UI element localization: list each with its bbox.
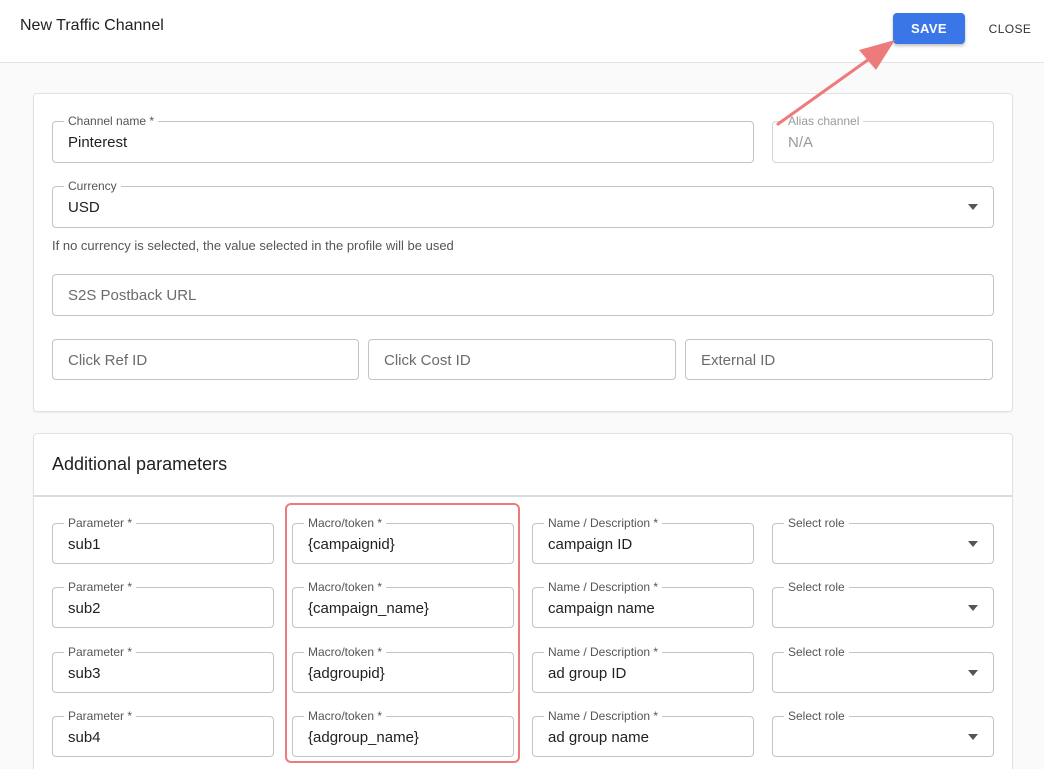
parameter-field[interactable]: Parameter * sub2 — [52, 580, 274, 628]
alias-channel-value: N/A — [788, 134, 814, 151]
macro-token-field[interactable]: Macro/token * {campaignid} — [292, 516, 514, 564]
parameter-label: Parameter * — [64, 516, 137, 530]
click-cost-id-placeholder: Click Cost ID — [384, 352, 471, 369]
page-title: New Traffic Channel — [20, 17, 164, 34]
external-id-placeholder: External ID — [701, 352, 776, 369]
currency-label: Currency — [64, 179, 121, 193]
select-role-dropdown[interactable]: Select role — [772, 709, 994, 757]
chevron-down-icon — [968, 541, 978, 547]
chevron-down-icon — [968, 734, 978, 740]
external-id-input[interactable]: External ID — [685, 339, 993, 380]
name-description-label: Name / Description * — [544, 580, 663, 594]
channel-name-label: Channel name * — [64, 114, 159, 128]
select-role-dropdown[interactable]: Select role — [772, 645, 994, 693]
chevron-down-icon — [968, 204, 978, 210]
parameter-value: sub3 — [68, 665, 101, 682]
name-description-value: campaign ID — [548, 536, 633, 553]
parameter-label: Parameter * — [64, 645, 137, 659]
name-description-label: Name / Description * — [544, 516, 663, 530]
parameter-field[interactable]: Parameter * sub1 — [52, 516, 274, 564]
parameter-field[interactable]: Parameter * sub3 — [52, 645, 274, 693]
parameter-label: Parameter * — [64, 580, 137, 594]
click-ref-id-placeholder: Click Ref ID — [68, 352, 148, 369]
alias-channel-label: Alias channel — [784, 114, 864, 128]
parameter-value: sub1 — [68, 536, 101, 553]
select-role-label: Select role — [784, 645, 849, 659]
name-description-label: Name / Description * — [544, 709, 663, 723]
name-description-field[interactable]: Name / Description * campaign ID — [532, 516, 754, 564]
select-role-label: Select role — [784, 580, 849, 594]
additional-parameters-card: Additional parameters Parameter * sub1 M… — [33, 433, 1013, 769]
macro-token-field[interactable]: Macro/token * {campaign_name} — [292, 580, 514, 628]
section-divider — [34, 495, 1012, 497]
parameter-field[interactable]: Parameter * sub4 — [52, 709, 274, 757]
parameter-value: sub4 — [68, 729, 101, 746]
name-description-field[interactable]: Name / Description * campaign name — [532, 580, 754, 628]
parameter-label: Parameter * — [64, 709, 137, 723]
channel-name-value: Pinterest — [68, 134, 128, 151]
top-bar: New Traffic Channel SAVE CLOSE — [0, 0, 1044, 63]
macro-token-value: {campaignid} — [308, 536, 395, 553]
macro-token-value: {adgroupid} — [308, 665, 385, 682]
name-description-field[interactable]: Name / Description * ad group name — [532, 709, 754, 757]
chevron-down-icon — [968, 670, 978, 676]
macro-token-label: Macro/token * — [304, 645, 387, 659]
alias-channel-field[interactable]: Alias channel N/A — [772, 114, 994, 163]
click-ref-id-input[interactable]: Click Ref ID — [52, 339, 359, 380]
name-description-value: ad group ID — [548, 665, 627, 682]
currency-select[interactable]: Currency USD — [52, 179, 994, 228]
select-role-label: Select role — [784, 516, 849, 530]
channel-name-field[interactable]: Channel name * Pinterest — [52, 114, 754, 163]
chevron-down-icon — [968, 605, 978, 611]
currency-value: USD — [68, 199, 100, 216]
macro-token-field[interactable]: Macro/token * {adgroup_name} — [292, 709, 514, 757]
macro-token-value: {campaign_name} — [308, 600, 429, 617]
select-role-dropdown[interactable]: Select role — [772, 580, 994, 628]
macro-token-field[interactable]: Macro/token * {adgroupid} — [292, 645, 514, 693]
click-cost-id-input[interactable]: Click Cost ID — [368, 339, 676, 380]
postback-url-placeholder: S2S Postback URL — [68, 287, 197, 304]
macro-token-value: {adgroup_name} — [308, 729, 419, 746]
name-description-value: ad group name — [548, 729, 649, 746]
macro-token-label: Macro/token * — [304, 580, 387, 594]
save-button[interactable]: SAVE — [893, 13, 965, 44]
select-role-dropdown[interactable]: Select role — [772, 516, 994, 564]
name-description-value: campaign name — [548, 600, 655, 617]
parameter-value: sub2 — [68, 600, 101, 617]
select-role-label: Select role — [784, 709, 849, 723]
channel-settings-card: Channel name * Pinterest Alias channel N… — [33, 93, 1013, 412]
macro-token-label: Macro/token * — [304, 709, 387, 723]
postback-url-input[interactable]: S2S Postback URL — [52, 274, 994, 316]
currency-helper-text: If no currency is selected, the value se… — [52, 238, 454, 253]
macro-token-label: Macro/token * — [304, 516, 387, 530]
name-description-field[interactable]: Name / Description * ad group ID — [532, 645, 754, 693]
name-description-label: Name / Description * — [544, 645, 663, 659]
close-button[interactable]: CLOSE — [982, 13, 1038, 44]
additional-parameters-title: Additional parameters — [52, 454, 228, 474]
